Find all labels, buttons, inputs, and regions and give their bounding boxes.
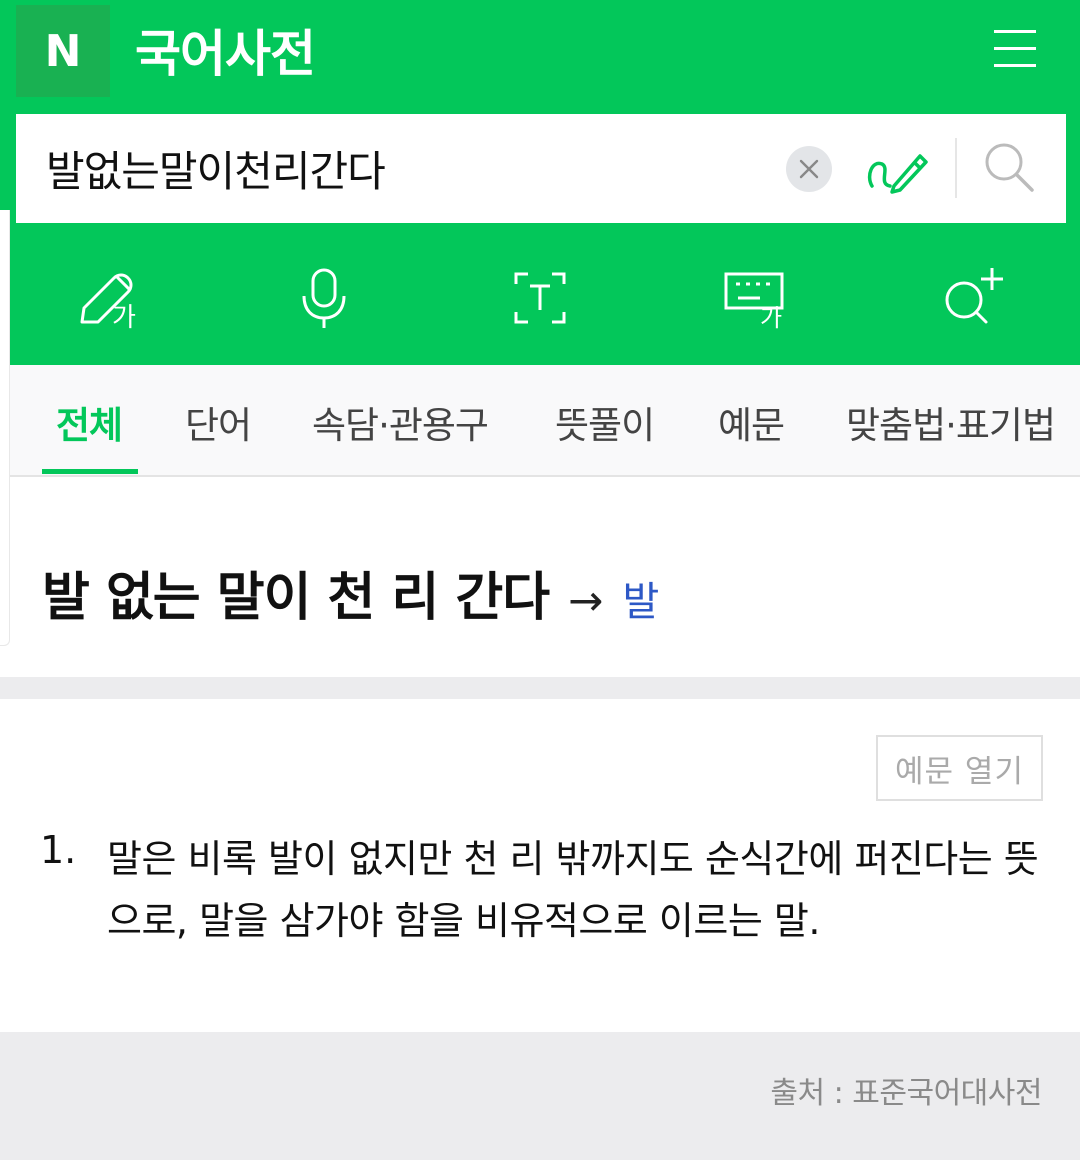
source-footer: 출처 : 표준국어대사전 (0, 1032, 1080, 1160)
arrow-icon: → (568, 576, 604, 625)
svg-text:가: 가 (760, 304, 782, 332)
svg-text:가: 가 (112, 303, 136, 332)
open-examples-button[interactable]: 예문 열기 (876, 735, 1043, 801)
tab-all[interactable]: 전체 (56, 395, 123, 449)
pen-icon[interactable] (864, 142, 928, 196)
source-credit[interactable]: 출처 : 표준국어대사전 (770, 1068, 1042, 1112)
tab-examples[interactable]: 예문 (718, 395, 785, 449)
active-tab-indicator (42, 469, 138, 474)
search-icon[interactable] (982, 140, 1038, 196)
tab-spelling[interactable]: 맞춤법·표기법 (846, 395, 1056, 449)
close-icon[interactable] (786, 146, 832, 192)
search-plus-icon[interactable] (940, 264, 1008, 332)
entry-heading: 발 없는 말이 천 리 간다 → 발 (42, 555, 1042, 635)
app-header: N 국어사전 가 (0, 0, 1080, 365)
side-drawer-edge[interactable] (0, 210, 10, 646)
handwriting-input-icon[interactable]: 가 (76, 264, 144, 333)
definition-number: 1. (40, 828, 77, 872)
definition-text: 말은 비록 발이 없지만 천 리 밖까지도 순식간에 퍼진다는 뜻으로, 말을 … (107, 837, 1039, 943)
tab-words[interactable]: 단어 (185, 395, 252, 449)
app-title[interactable]: 국어사전 (135, 14, 316, 86)
keyboard-icon[interactable]: 가 (722, 264, 790, 332)
logo-letter: N (44, 25, 82, 77)
search-input[interactable] (46, 134, 786, 202)
search-divider (955, 138, 957, 198)
tab-meanings[interactable]: 뜻풀이 (555, 395, 655, 449)
search-bar (16, 114, 1066, 223)
tab-proverbs[interactable]: 속담·관용구 (312, 395, 489, 449)
microphone-icon[interactable] (290, 264, 358, 332)
category-tabs: 전체 단어 속담·관용구 뜻풀이 예문 맞춤법·표기법 (0, 365, 1080, 477)
headword-link[interactable]: 발 (622, 579, 659, 625)
text-scan-icon[interactable] (506, 264, 574, 332)
entry-title[interactable]: 발 없는 말이 천 리 간다 (42, 568, 550, 628)
input-tools-bar: 가 가 (0, 250, 1080, 350)
section-divider (0, 677, 1080, 699)
naver-logo[interactable]: N (16, 5, 110, 97)
hamburger-menu-icon[interactable] (994, 30, 1036, 72)
